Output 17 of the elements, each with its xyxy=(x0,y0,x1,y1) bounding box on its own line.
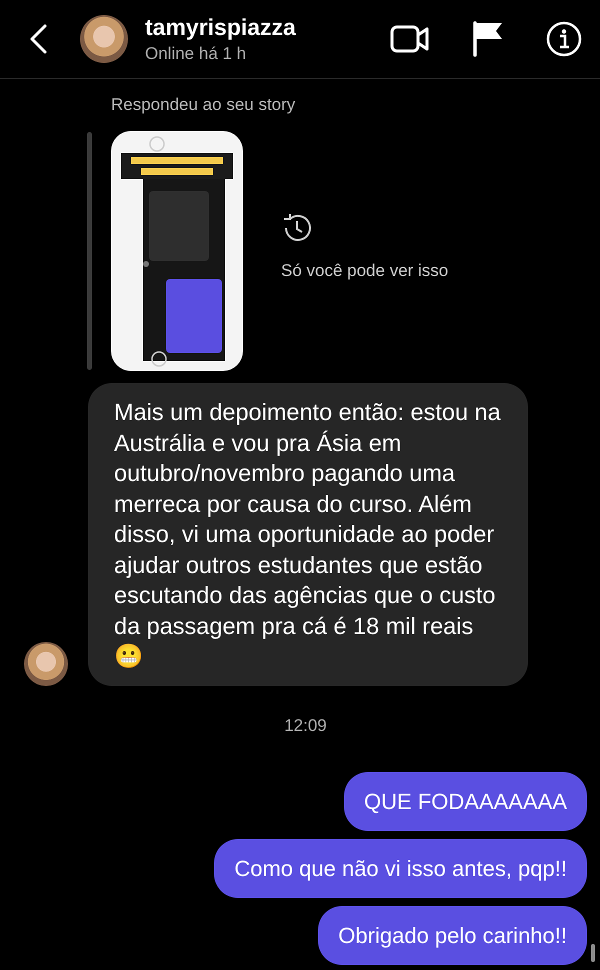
reply-label: Respondeu ao seu story xyxy=(111,95,296,115)
message-bubble: Como que não vi isso antes, pqp!! xyxy=(214,838,587,898)
info-icon[interactable] xyxy=(546,21,582,57)
scroll-indicator xyxy=(591,944,595,962)
status-text: Online há 1 h xyxy=(145,44,248,64)
avatar[interactable] xyxy=(24,642,68,686)
video-call-icon[interactable] xyxy=(390,24,430,54)
message-bubble: QUE FODAAAAAAA xyxy=(344,772,587,830)
flag-icon[interactable] xyxy=(472,21,504,57)
avatar[interactable] xyxy=(80,15,128,63)
visibility-note: Só você pode ver isso xyxy=(281,260,448,280)
username: tamyrispiazza xyxy=(145,14,296,41)
history-icon xyxy=(281,212,313,244)
message-bubble: Mais um depoimento então: estou na Austrália e vou pra Ásia em outubro/novembro pagando uma merreca por causa do curso. Além disso, vi uma oportunidade ao poder ajudar outros estudantes que estão escutando das agências que o custo da passagem pra cá é 18 mil reais 😬 xyxy=(88,383,528,686)
timestamp: 12:09 xyxy=(284,716,327,736)
message-bubble: Obrigado pelo carinho!! xyxy=(318,906,587,964)
back-icon[interactable] xyxy=(28,24,48,54)
